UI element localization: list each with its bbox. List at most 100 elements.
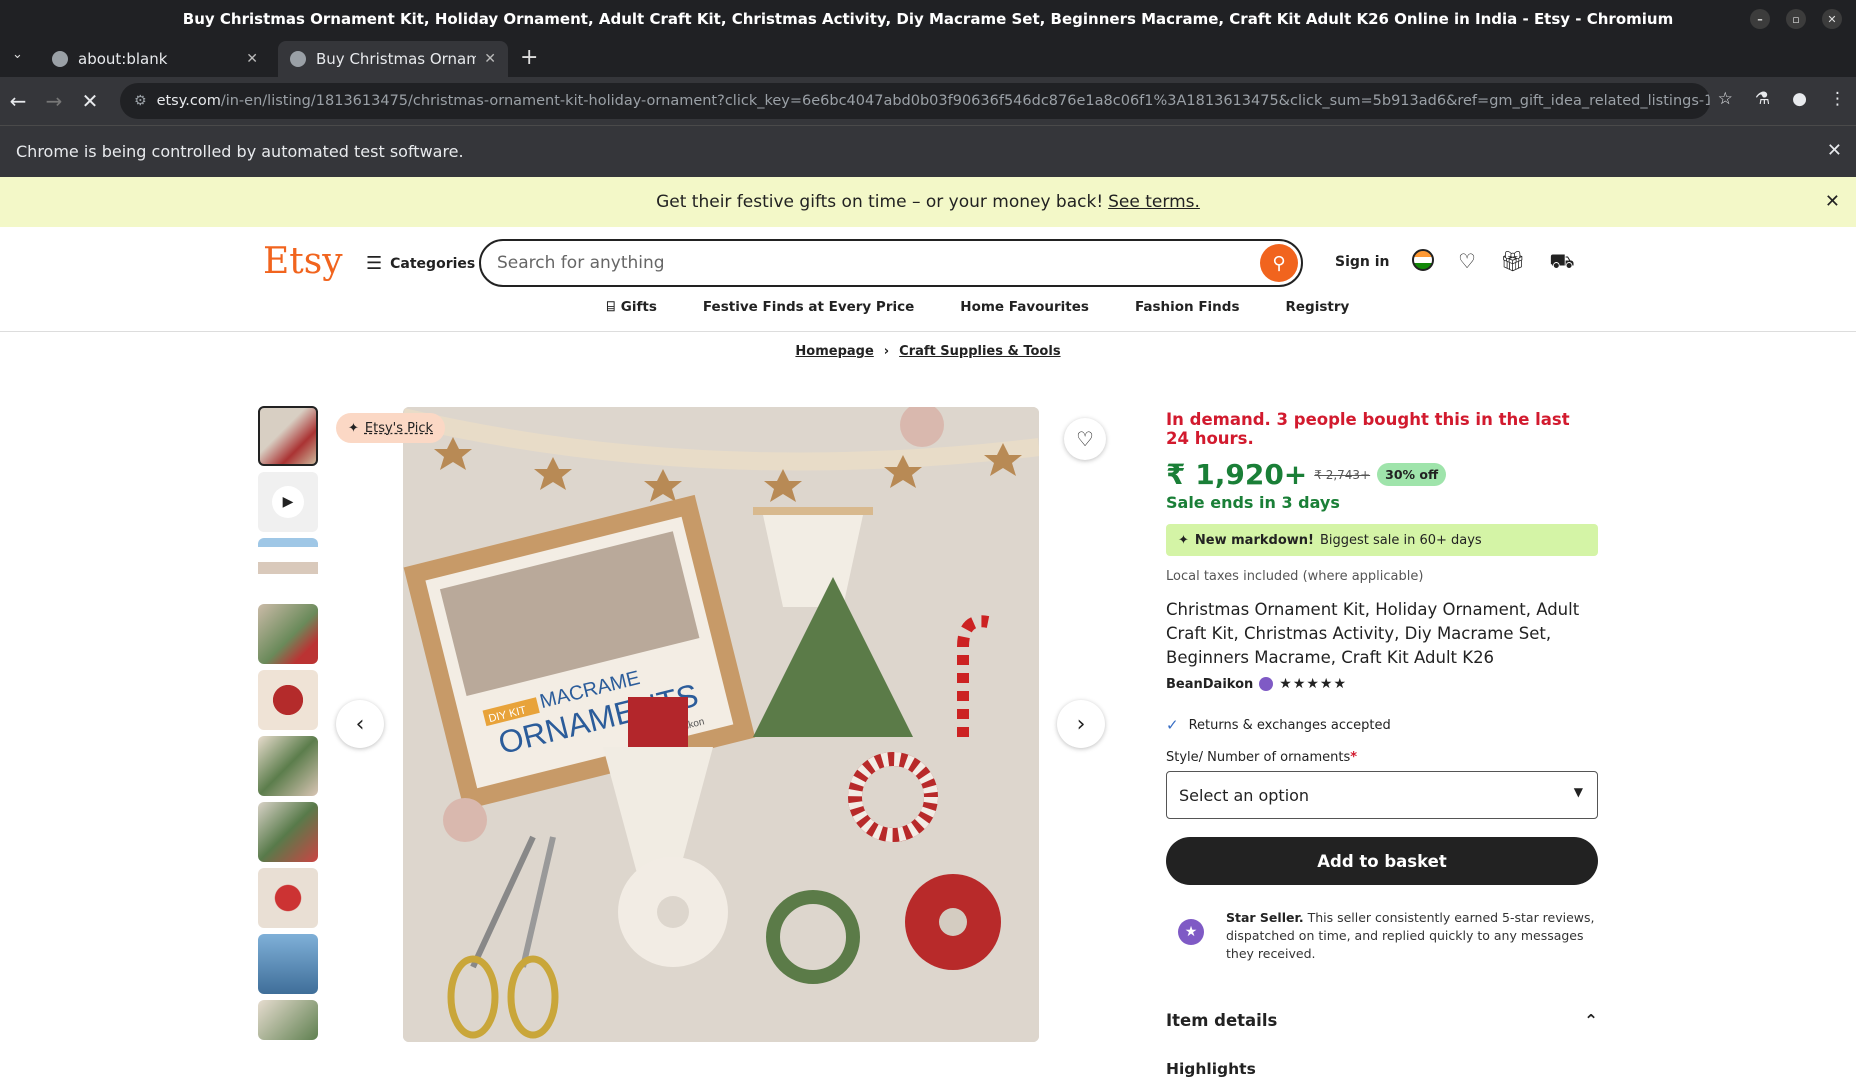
menu-kebab-icon[interactable]: ⋮ xyxy=(1829,89,1846,109)
add-to-basket-button[interactable]: Add to basket xyxy=(1166,837,1598,885)
see-terms-link[interactable]: See terms. xyxy=(1108,192,1200,212)
labs-flask-icon[interactable]: ⚗ xyxy=(1755,89,1770,109)
favourite-heart-icon[interactable]: ♡ xyxy=(1064,418,1106,460)
etsy-logo[interactable]: Etsy xyxy=(263,241,343,282)
returns-row: ✓ Returns & exchanges accepted xyxy=(1166,716,1598,734)
nav-festive-finds[interactable]: Festive Finds at Every Price xyxy=(703,299,914,315)
thumbnail-image[interactable] xyxy=(258,406,318,466)
nav-registry[interactable]: Registry xyxy=(1286,299,1350,315)
categories-button[interactable]: ☰ Categories xyxy=(366,253,475,274)
header-icons: ♡ 🎁︎ ⛟ xyxy=(1412,249,1575,276)
tab-search-icon[interactable]: ⌄ xyxy=(12,47,23,62)
forward-icon[interactable]: → xyxy=(36,89,72,113)
heart-icon[interactable]: ♡ xyxy=(1458,249,1476,276)
profile-icon[interactable]: ● xyxy=(1792,89,1807,109)
listing-info: In demand. 3 people bought this in the l… xyxy=(1166,410,1598,1078)
breadcrumb-homepage[interactable]: Homepage xyxy=(795,344,873,359)
thumbnail-image[interactable] xyxy=(258,802,318,862)
thumbnail-image[interactable] xyxy=(258,934,318,994)
breadcrumb-craft-supplies[interactable]: Craft Supplies & Tools xyxy=(899,344,1060,359)
rating-stars[interactable]: ★★★★★ xyxy=(1279,676,1347,692)
checkmark-icon: ✓ xyxy=(1166,716,1179,734)
thumbnail-image[interactable] xyxy=(258,868,318,928)
globe-icon xyxy=(52,51,68,67)
thumbnail-image[interactable] xyxy=(258,736,318,796)
returns-text: Returns & exchanges accepted xyxy=(1188,717,1391,733)
gift-icon[interactable]: 🎁︎ xyxy=(1500,249,1525,276)
nav-gifts[interactable]: ⌸ Gifts xyxy=(607,299,657,315)
window-title: Buy Christmas Ornament Kit, Holiday Orna… xyxy=(182,9,1674,28)
style-select[interactable]: Select an option ▼ xyxy=(1166,771,1598,819)
thumbnail-image[interactable] xyxy=(258,1000,318,1040)
markdown-text: Biggest sale in 60+ days xyxy=(1319,532,1482,548)
previous-image-arrow-icon[interactable]: ‹ xyxy=(336,700,384,748)
nav-label: Gifts xyxy=(620,299,657,315)
back-icon[interactable]: ← xyxy=(0,89,36,113)
url-host: etsy.com xyxy=(156,93,221,109)
markdown-bold: New markdown! xyxy=(1194,532,1314,548)
window-titlebar: Buy Christmas Ornament Kit, Holiday Orna… xyxy=(0,0,1856,37)
bookmark-star-icon[interactable]: ☆ xyxy=(1718,89,1733,109)
star-seller-info: ★ Star Seller. This seller consistently … xyxy=(1166,909,1598,963)
required-asterisk: * xyxy=(1350,750,1358,765)
highlights-heading: Highlights xyxy=(1166,1060,1256,1078)
thumbnail-video[interactable]: ▶ xyxy=(258,472,318,532)
address-bar[interactable]: ⚙ etsy.com/in-en/listing/1813613475/chri… xyxy=(120,83,1710,119)
stop-loading-icon[interactable]: ✕ xyxy=(72,89,108,113)
original-price: ₹ 2,743+ xyxy=(1314,467,1371,482)
badge-label: Etsy's Pick xyxy=(364,420,434,436)
nav-fashion-finds[interactable]: Fashion Finds xyxy=(1135,299,1240,315)
chevron-right-icon: › xyxy=(883,344,890,359)
tab-strip: ⌄ about:blank ✕ Buy Christmas Ornamen ✕ … xyxy=(0,37,1856,77)
next-image-arrow-icon[interactable]: › xyxy=(1057,700,1105,748)
tab-about-blank[interactable]: about:blank ✕ xyxy=(40,41,270,77)
search-icon[interactable]: ⚲ xyxy=(1260,244,1298,282)
new-tab-icon[interactable]: + xyxy=(520,45,538,70)
window-controls: – ▫ ✕ xyxy=(1750,9,1842,29)
gift-icon: ⌸ xyxy=(606,299,615,315)
seller-name[interactable]: BeanDaikon xyxy=(1166,677,1253,692)
close-window-icon[interactable]: ✕ xyxy=(1822,9,1842,29)
thumbnail-image[interactable] xyxy=(258,538,318,598)
site-header: Etsy ☰ Categories Search for anything ⚲ … xyxy=(0,227,1856,332)
search-input[interactable]: Search for anything ⚲ xyxy=(479,239,1303,287)
browser-toolbar: ← → ✕ ⚙ etsy.com/in-en/listing/181361347… xyxy=(0,77,1856,125)
promo-banner: Get their festive gifts on time – or you… xyxy=(0,177,1856,227)
play-icon: ▶ xyxy=(272,486,304,518)
star-seller-icon: ★ xyxy=(1178,919,1204,945)
chevron-up-icon: ⌃ xyxy=(1584,1011,1598,1030)
product-photo: MACRAME ORNAMENTS DIY KIT BeanDaikon xyxy=(403,407,1039,1042)
etsys-pick-badge[interactable]: ✦ Etsy's Pick xyxy=(336,413,446,443)
style-label-text: Style/ Number of ornaments xyxy=(1166,750,1351,765)
tab-close-icon[interactable]: ✕ xyxy=(484,51,496,67)
markdown-banner: ✦ New markdown! Biggest sale in 60+ days xyxy=(1166,524,1598,556)
tab-etsy-listing[interactable]: Buy Christmas Ornamen ✕ xyxy=(278,41,508,77)
close-icon[interactable]: ✕ xyxy=(1827,140,1842,161)
sign-in-link[interactable]: Sign in xyxy=(1335,254,1390,270)
search-placeholder: Search for anything xyxy=(497,253,665,273)
basket-icon[interactable]: ⛟ xyxy=(1549,249,1574,276)
breadcrumb: Homepage › Craft Supplies & Tools xyxy=(0,344,1856,359)
nav-home-favourites[interactable]: Home Favourites xyxy=(960,299,1089,315)
item-details-label: Item details xyxy=(1166,1011,1278,1030)
tab-label: Buy Christmas Ornamen xyxy=(316,50,477,68)
maximize-icon[interactable]: ▫ xyxy=(1786,9,1806,29)
thumbnail-image[interactable] xyxy=(258,604,318,664)
close-icon[interactable]: ✕ xyxy=(1825,191,1840,212)
sparkle-icon: ✦ xyxy=(1178,532,1189,548)
seller-row: BeanDaikon ★★★★★ xyxy=(1166,676,1598,692)
toolbar-actions: ☆ ⚗ ● ⋮ xyxy=(1718,89,1846,109)
hamburger-icon: ☰ xyxy=(366,253,383,274)
price: ₹ 1,920+ xyxy=(1166,458,1308,491)
minimize-icon[interactable]: – xyxy=(1750,9,1770,29)
thumbnail-image[interactable] xyxy=(258,670,318,730)
discount-badge: 30% off xyxy=(1377,463,1447,486)
site-info-icon[interactable]: ⚙ xyxy=(134,93,147,109)
tab-label: about:blank xyxy=(78,50,168,68)
item-details-toggle[interactable]: Item details ⌃ xyxy=(1166,1011,1598,1030)
india-flag-icon[interactable] xyxy=(1412,249,1434,271)
taxes-note: Local taxes included (where applicable) xyxy=(1166,569,1424,584)
product-image[interactable]: MACRAME ORNAMENTS DIY KIT BeanDaikon xyxy=(403,407,1039,1042)
thumbnail-strip: ▶ xyxy=(258,406,318,1046)
tab-close-icon[interactable]: ✕ xyxy=(246,51,258,67)
